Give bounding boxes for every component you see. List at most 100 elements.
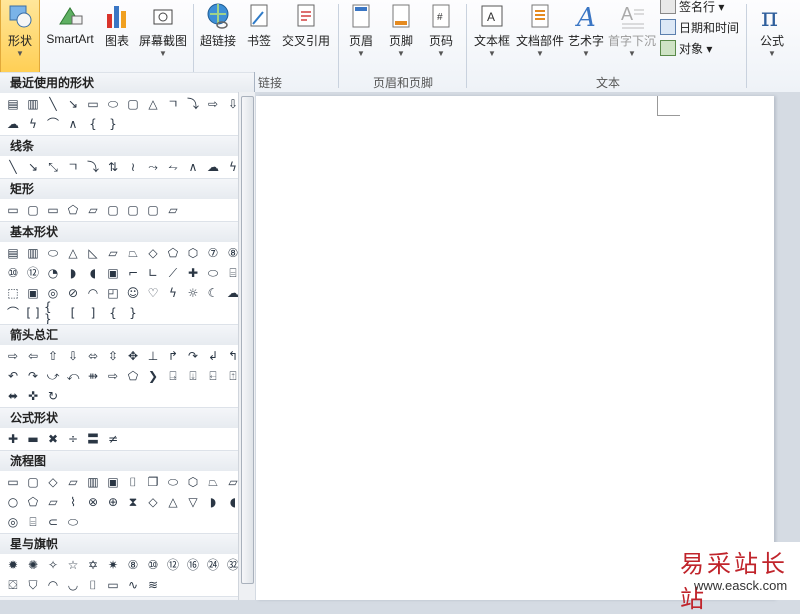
connector-shape-icon[interactable]: ○ — [4, 493, 22, 511]
textbox-shape-icon[interactable]: ▤ — [4, 95, 22, 113]
left-brace-shape-icon[interactable]: { — [84, 115, 102, 133]
divide-shape-icon[interactable]: ÷ — [64, 430, 82, 448]
textbox-button[interactable]: A 文本框 ▼ — [472, 0, 512, 58]
round-single-corner-rect-icon[interactable]: ▢ — [124, 201, 142, 219]
no-symbol-shape-icon[interactable]: ⊘ — [64, 284, 82, 302]
quickparts-button[interactable]: 文档部件 ▼ — [514, 0, 566, 58]
snip-round-rect-icon[interactable]: ▢ — [104, 201, 122, 219]
elbow-arrow-connector-icon[interactable]: ⤵ — [84, 158, 102, 176]
multiply-shape-icon[interactable]: ✖ — [44, 430, 62, 448]
shapes-scrollbar[interactable] — [238, 92, 255, 600]
document-page[interactable] — [256, 96, 774, 600]
diagonal-stripe-icon[interactable]: ⟋ — [164, 264, 182, 282]
minus-shape-icon[interactable]: ▬ — [24, 430, 42, 448]
header-button[interactable]: 页眉 ▼ — [344, 0, 378, 58]
line-shape-icon[interactable]: ╲ — [4, 158, 22, 176]
star4-icon[interactable]: ✧ — [44, 556, 62, 574]
double-brace-icon[interactable]: { } — [44, 301, 62, 325]
triangle-shape-icon[interactable]: △ — [144, 95, 162, 113]
moon-shape-icon[interactable]: ☾ — [204, 284, 222, 302]
curved-up-arrow-icon[interactable]: ⤻ — [44, 367, 62, 385]
process-shape-icon[interactable]: ▭ — [4, 473, 22, 491]
down-arrow-callout-icon[interactable]: ⍗ — [184, 367, 202, 385]
oval-shape-icon[interactable]: ⬭ — [104, 95, 122, 113]
direct-access-storage-icon[interactable]: ⊂ — [44, 513, 62, 531]
double-bracket-icon[interactable]: [ ] — [24, 304, 42, 322]
trapezoid-shape-icon[interactable]: ⏢ — [124, 244, 142, 262]
preparation-shape-icon[interactable]: ⬡ — [184, 473, 202, 491]
left-arrow-callout-icon[interactable]: ⍇ — [204, 367, 222, 385]
explosion2-icon[interactable]: ✺ — [24, 556, 42, 574]
right-bracket-icon[interactable]: ] — [84, 304, 102, 322]
star24-icon[interactable]: ㉔ — [204, 556, 222, 574]
punched-tape-icon[interactable]: ⌇ — [64, 493, 82, 511]
frame-shape-icon[interactable]: ▣ — [104, 264, 122, 282]
down-arrow-shape-icon[interactable]: ⇩ — [64, 347, 82, 365]
elbow-connector-icon[interactable]: ㄱ — [164, 95, 182, 113]
circular-arrow-icon[interactable]: ↻ — [44, 387, 62, 405]
elbow-double-arrow-icon[interactable]: ⇅ — [104, 158, 122, 176]
cloud-shape-icon[interactable]: ☁ — [4, 115, 22, 133]
hyperlink-button[interactable]: 超链接 — [198, 0, 238, 49]
plus-shape-icon[interactable]: ✚ — [4, 430, 22, 448]
explosion1-icon[interactable]: ✹ — [4, 556, 22, 574]
pie-shape-icon[interactable]: ◔ — [44, 264, 62, 282]
magnetic-disk-icon[interactable]: ⌸ — [24, 513, 42, 531]
left-right-arrow-icon[interactable]: ⬄ — [84, 347, 102, 365]
star10-icon[interactable]: ⑩ — [144, 556, 162, 574]
round-same-side-rect-icon[interactable]: ▢ — [144, 201, 162, 219]
double-arrow-line-icon[interactable]: ⤡ — [44, 158, 62, 176]
freeform-shape-icon[interactable]: ∧ — [64, 115, 82, 133]
curved-left-arrow-icon[interactable]: ↷ — [24, 367, 42, 385]
smiley-face-shape-icon[interactable]: ☺ — [124, 284, 142, 302]
hexagon-shape-icon[interactable]: ⬡ — [184, 244, 202, 262]
elbow-connector-icon[interactable]: ㄱ — [64, 158, 82, 176]
manual-input-icon[interactable]: ⏢ — [204, 473, 222, 491]
plaque-shape-icon[interactable]: ⬭ — [204, 264, 222, 282]
display-shape-icon[interactable]: ⬭ — [64, 513, 82, 531]
chord-shape-icon[interactable]: ◗ — [64, 264, 82, 282]
document-shape-icon[interactable]: ⌷ — [124, 473, 142, 491]
sort-shape-icon[interactable]: ◇ — [144, 493, 162, 511]
diamond-shape-icon[interactable]: ◇ — [144, 244, 162, 262]
equal-shape-icon[interactable]: 〓 — [84, 430, 102, 448]
bent-arrow-icon[interactable]: ↱ — [164, 347, 182, 365]
lightning-shape-icon[interactable]: ϟ — [24, 115, 42, 133]
terminator-shape-icon[interactable]: ⬭ — [164, 473, 182, 491]
chevron-arrow-icon[interactable]: ❯ — [144, 367, 162, 385]
star6-icon[interactable]: ✡ — [84, 556, 102, 574]
right-arrow-shape-icon[interactable]: ⇨ — [4, 347, 22, 365]
rectangle-shape-icon[interactable]: ▭ — [4, 201, 22, 219]
merge-shape-icon[interactable]: ▽ — [184, 493, 202, 511]
right-arrow-shape-icon[interactable]: ⇨ — [204, 95, 222, 113]
multidocument-shape-icon[interactable]: ❐ — [144, 473, 162, 491]
textbox-shape-icon[interactable]: ▤ — [4, 244, 22, 262]
curved-arrow-connector-icon[interactable]: ⤳ — [144, 158, 162, 176]
right-triangle-shape-icon[interactable]: ◺ — [84, 244, 102, 262]
pentagon-arrow-icon[interactable]: ⬠ — [124, 367, 142, 385]
up-down-arrow-icon[interactable]: ⇳ — [104, 347, 122, 365]
rectangle-shape-icon[interactable]: ▭ — [84, 95, 102, 113]
internal-storage-icon[interactable]: ▣ — [104, 473, 122, 491]
lightning-shape-icon[interactable]: ϟ — [164, 284, 182, 302]
arc-shape-icon[interactable]: ⌒ — [4, 304, 22, 322]
freeform-shape-icon[interactable]: ☁ — [204, 158, 222, 176]
quad-arrow-callout-icon[interactable]: ✜ — [24, 387, 42, 405]
left-right-arrow-callout-icon[interactable]: ⬌ — [4, 387, 22, 405]
rounded-rect-shape-icon[interactable]: ▢ — [124, 95, 142, 113]
arc-shape-icon[interactable]: ⌒ — [44, 115, 62, 133]
horizontal-scroll-icon[interactable]: ▭ — [104, 576, 122, 594]
wave-shape-icon[interactable]: ∿ — [124, 576, 142, 594]
curved-connector-icon[interactable]: ≀ — [124, 158, 142, 176]
right-brace-shape-icon[interactable]: } — [124, 304, 142, 322]
down-ribbon-icon[interactable]: ⛉ — [24, 576, 42, 594]
snip-corner-rect-icon[interactable]: ▭ — [44, 201, 62, 219]
footer-button[interactable]: 页脚 ▼ — [384, 0, 418, 58]
star7-icon[interactable]: ✷ — [104, 556, 122, 574]
collate-shape-icon[interactable]: ⧗ — [124, 493, 142, 511]
object-button[interactable]: 对象 ▾ — [660, 40, 712, 57]
curved-right-arrow-icon[interactable]: ↶ — [4, 367, 22, 385]
vertical-scroll-icon[interactable]: ⌷ — [84, 576, 102, 594]
l-shape-icon[interactable]: ∟ — [144, 264, 162, 282]
decision-shape-icon[interactable]: ◇ — [44, 473, 62, 491]
